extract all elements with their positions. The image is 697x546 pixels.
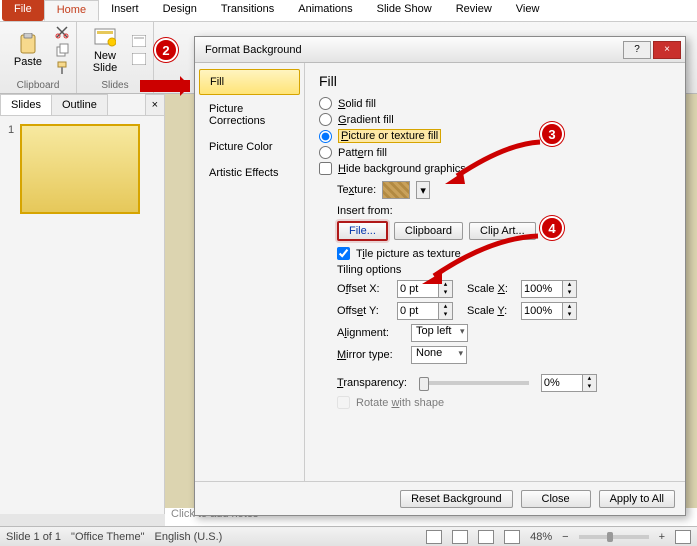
sidebar-item-picture-color[interactable]: Picture Color bbox=[199, 135, 300, 159]
alignment-label: Alignment: bbox=[337, 327, 405, 339]
dialog-footer: Reset Background Close Apply to All bbox=[195, 481, 685, 515]
copy-icon[interactable] bbox=[54, 42, 70, 58]
slideshow-view-icon[interactable] bbox=[504, 530, 520, 544]
callout-2-arrow bbox=[140, 80, 190, 92]
clipboard-group-label: Clipboard bbox=[6, 80, 70, 91]
mirror-label: Mirror type: bbox=[337, 349, 405, 361]
callout-4-badge: 4 bbox=[540, 216, 564, 240]
zoom-in-icon[interactable]: + bbox=[659, 531, 665, 543]
slides-group-label: Slides bbox=[83, 80, 147, 91]
pane-tab-slides[interactable]: Slides bbox=[0, 94, 52, 115]
reading-view-icon[interactable] bbox=[478, 530, 494, 544]
sidebar-item-picture-corrections[interactable]: Picture Corrections bbox=[199, 97, 300, 133]
transparency-input[interactable] bbox=[541, 374, 583, 392]
tab-review[interactable]: Review bbox=[444, 0, 504, 21]
radio-solid-fill[interactable] bbox=[319, 97, 332, 110]
zoom-slider[interactable] bbox=[579, 535, 649, 539]
insert-from-label: Insert from: bbox=[337, 205, 671, 217]
close-button[interactable]: Close bbox=[521, 490, 591, 508]
alignment-select[interactable]: Top left bbox=[411, 324, 468, 342]
label-solid-fill: Solid fill bbox=[338, 98, 376, 110]
tab-insert[interactable]: Insert bbox=[99, 0, 151, 21]
callout-2-badge: 2 bbox=[154, 38, 178, 62]
group-clipboard: Paste Clipboard bbox=[0, 22, 77, 93]
label-rotate-with-shape: Rotate with shape bbox=[356, 397, 444, 409]
tab-file[interactable]: File bbox=[2, 0, 44, 21]
window-close-button[interactable]: × bbox=[653, 41, 681, 59]
texture-swatch[interactable] bbox=[382, 181, 410, 199]
slide-thumbnail[interactable] bbox=[20, 124, 140, 214]
slide-number: 1 bbox=[8, 124, 14, 214]
scale-x-label: Scale X: bbox=[467, 283, 515, 295]
transparency-stepper[interactable]: ▴▾ bbox=[583, 374, 597, 392]
radio-pattern-fill[interactable] bbox=[319, 146, 332, 159]
file-button[interactable]: File... bbox=[337, 221, 388, 241]
dialog-sidebar: Fill Picture Corrections Picture Color A… bbox=[195, 63, 305, 481]
format-painter-icon[interactable] bbox=[54, 60, 70, 76]
callout-3-arrow bbox=[445, 134, 545, 184]
sorter-view-icon[interactable] bbox=[452, 530, 468, 544]
sidebar-item-artistic-effects[interactable]: Artistic Effects bbox=[199, 161, 300, 185]
scale-x-stepper[interactable]: ▴▾ bbox=[563, 280, 577, 298]
checkbox-rotate-with-shape bbox=[337, 396, 350, 409]
tab-view[interactable]: View bbox=[504, 0, 552, 21]
statusbar: Slide 1 of 1 "Office Theme" English (U.S… bbox=[0, 526, 697, 546]
slides-pane: Slides Outline × 1 bbox=[0, 94, 165, 514]
new-slide-label: New Slide bbox=[93, 50, 117, 74]
scale-y-stepper[interactable]: ▴▾ bbox=[563, 302, 577, 320]
scale-y-input[interactable] bbox=[521, 302, 563, 320]
tab-home[interactable]: Home bbox=[44, 0, 99, 21]
offset-y-stepper[interactable]: ▴▾ bbox=[439, 302, 453, 320]
status-slide: Slide 1 of 1 bbox=[6, 531, 61, 543]
label-picture-texture-fill: Picture or texture fill bbox=[338, 129, 441, 143]
fit-to-window-icon[interactable] bbox=[675, 530, 691, 544]
sidebar-item-fill[interactable]: Fill bbox=[199, 69, 300, 95]
tab-slideshow[interactable]: Slide Show bbox=[365, 0, 444, 21]
radio-picture-texture-fill[interactable] bbox=[319, 130, 332, 143]
new-slide-icon bbox=[93, 26, 117, 50]
dialog-title: Format Background bbox=[205, 44, 621, 56]
tab-animations[interactable]: Animations bbox=[286, 0, 364, 21]
apply-to-all-button[interactable]: Apply to All bbox=[599, 490, 675, 508]
radio-gradient-fill[interactable] bbox=[319, 113, 332, 126]
tab-design[interactable]: Design bbox=[151, 0, 209, 21]
texture-label: Texture: bbox=[337, 184, 376, 196]
thumbnail-row: 1 bbox=[0, 116, 164, 222]
pane-tab-outline[interactable]: Outline bbox=[51, 94, 108, 115]
cut-icon[interactable] bbox=[54, 24, 70, 40]
pane-close-button[interactable]: × bbox=[145, 94, 165, 115]
zoom-out-icon[interactable]: − bbox=[562, 531, 568, 543]
transparency-slider[interactable] bbox=[419, 381, 529, 385]
reset-background-button[interactable]: Reset Background bbox=[400, 490, 513, 508]
fill-heading: Fill bbox=[319, 73, 671, 89]
scale-y-label: Scale Y: bbox=[467, 305, 515, 317]
help-button[interactable]: ? bbox=[623, 41, 651, 59]
label-gradient-fill: Gradient fill bbox=[338, 114, 394, 126]
dialog-titlebar[interactable]: Format Background ? × bbox=[195, 37, 685, 63]
status-language[interactable]: English (U.S.) bbox=[154, 531, 222, 543]
checkbox-tile-picture[interactable] bbox=[337, 247, 350, 260]
clipboard-icon bbox=[16, 32, 40, 56]
normal-view-icon[interactable] bbox=[426, 530, 442, 544]
ribbon-tabs: File Home Insert Design Transitions Anim… bbox=[0, 0, 697, 22]
checkbox-hide-graphics[interactable] bbox=[319, 162, 332, 175]
callout-3-badge: 3 bbox=[540, 122, 564, 146]
tab-transitions[interactable]: Transitions bbox=[209, 0, 286, 21]
zoom-value: 48% bbox=[530, 531, 552, 543]
status-theme: "Office Theme" bbox=[71, 531, 144, 543]
pane-tabs: Slides Outline × bbox=[0, 94, 164, 116]
offset-x-label: Offset X: bbox=[337, 283, 391, 295]
paste-button[interactable]: Paste bbox=[6, 30, 50, 70]
offset-y-input[interactable] bbox=[397, 302, 439, 320]
reset-icon[interactable] bbox=[131, 51, 147, 67]
texture-dropdown[interactable]: ▾ bbox=[416, 181, 430, 199]
paste-label: Paste bbox=[14, 56, 42, 68]
mirror-select[interactable]: None bbox=[411, 346, 467, 364]
callout-4-arrow bbox=[420, 228, 544, 284]
label-pattern-fill: Pattern fill bbox=[338, 147, 387, 159]
layout-icon[interactable] bbox=[131, 33, 147, 49]
new-slide-button[interactable]: New Slide bbox=[83, 24, 127, 76]
transparency-label: Transparency: bbox=[337, 377, 407, 389]
offset-y-label: Offset Y: bbox=[337, 305, 391, 317]
